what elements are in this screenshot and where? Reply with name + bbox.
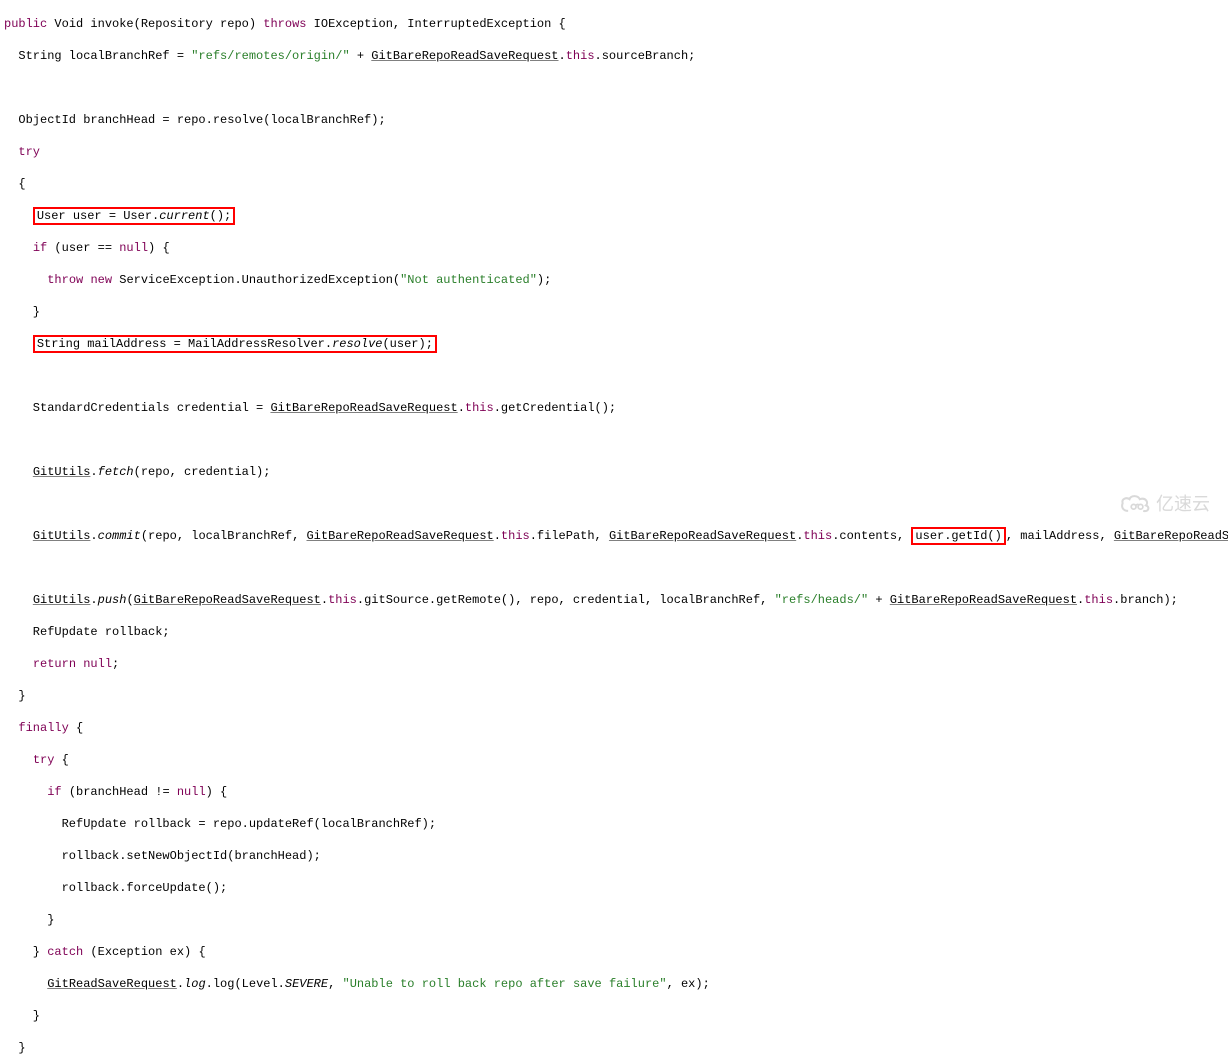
highlight-mail-address: String mailAddress = MailAddressResolver… (33, 335, 437, 353)
cloud-icon (1118, 493, 1152, 515)
code-block: public Void invoke(Repository repo) thro… (4, 16, 1224, 1054)
watermark-text: 亿速云 (1156, 496, 1210, 512)
watermark: 亿速云 (1118, 493, 1210, 515)
highlight-user-current: User user = User.current(); (33, 207, 235, 225)
highlight-user-getid: user.getId() (911, 527, 1005, 545)
